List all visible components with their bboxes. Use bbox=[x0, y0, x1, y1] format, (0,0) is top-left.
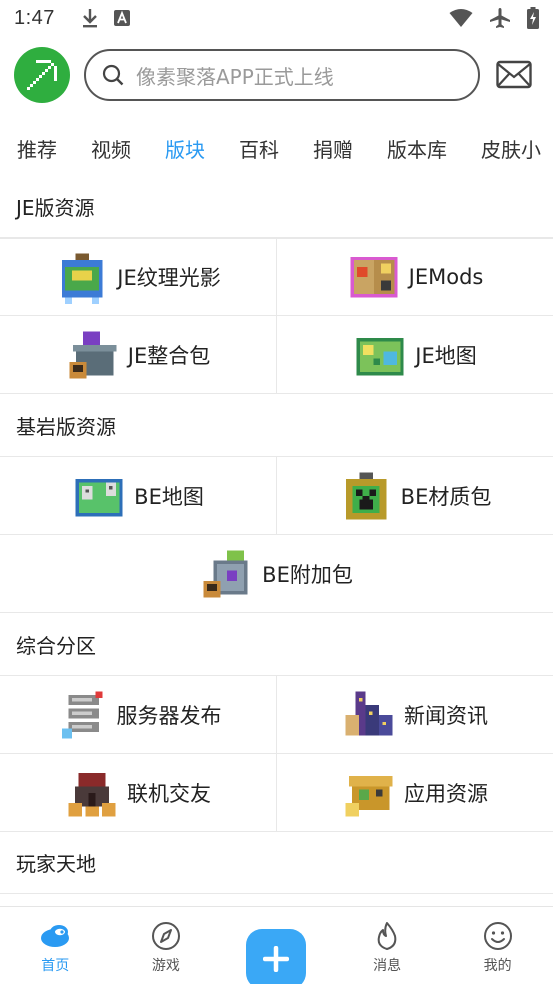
board-label: BE材质包 bbox=[400, 484, 492, 509]
bottom-navigation: 首页 游戏 消息 我的 bbox=[0, 906, 553, 984]
nav-games[interactable]: 游戏 bbox=[111, 907, 222, 975]
board-je-mods[interactable]: JEMods bbox=[276, 239, 553, 315]
category-tabs: 推荐 视频 版块 百科 捐赠 版本库 皮肤小 bbox=[0, 126, 553, 170]
addon-package-icon bbox=[203, 549, 248, 598]
modpack-box-icon bbox=[69, 330, 117, 379]
board-be-addons[interactable]: BE附加包 bbox=[0, 535, 553, 612]
font-app-icon bbox=[113, 10, 130, 26]
tab-video[interactable]: 视频 bbox=[91, 130, 131, 167]
mods-book-icon bbox=[350, 256, 398, 298]
header: 像素聚落APP正式上线 bbox=[0, 44, 553, 106]
tab-donate[interactable]: 捐赠 bbox=[313, 130, 353, 167]
board-be-maps[interactable]: BE地图 bbox=[0, 457, 276, 534]
board-row: 服务器发布 新闻资讯 bbox=[0, 676, 553, 754]
download-icon bbox=[82, 9, 97, 28]
board-multiplayer-friends[interactable]: 联机交友 bbox=[0, 754, 276, 831]
search-placeholder: 像素聚落APP正式上线 bbox=[136, 64, 334, 89]
battery-charging-icon bbox=[527, 7, 539, 29]
nav-mine-label: 我的 bbox=[483, 958, 512, 974]
create-post-button[interactable] bbox=[246, 929, 307, 984]
board-label: JE整合包 bbox=[127, 343, 211, 368]
app-crate-icon bbox=[345, 775, 393, 817]
board-label: 服务器发布 bbox=[116, 703, 222, 728]
board-news[interactable]: 新闻资讯 bbox=[276, 676, 553, 753]
section-title-players: 玩家天地 bbox=[0, 832, 553, 894]
status-bar: 1:47 bbox=[0, 0, 553, 36]
board-je-textures[interactable]: JE纹理光影 bbox=[0, 239, 276, 315]
tab-recommend[interactable]: 推荐 bbox=[17, 130, 57, 167]
board-be-resource-packs[interactable]: BE材质包 bbox=[276, 457, 553, 534]
board-row: JE纹理光影 JEMods bbox=[0, 238, 553, 316]
tab-wiki[interactable]: 百科 bbox=[239, 130, 279, 167]
compass-icon bbox=[151, 922, 180, 950]
search-icon bbox=[102, 64, 124, 86]
smiley-icon bbox=[483, 922, 512, 950]
nav-create[interactable] bbox=[221, 907, 332, 984]
board-label: JE纹理光影 bbox=[117, 266, 221, 290]
nav-messages[interactable]: 消息 bbox=[332, 907, 443, 975]
board-label: JE地图 bbox=[415, 343, 477, 368]
city-news-icon bbox=[345, 690, 393, 735]
nav-games-label: 游戏 bbox=[151, 958, 180, 974]
nav-messages-label: 消息 bbox=[373, 958, 402, 974]
plus-icon bbox=[263, 946, 290, 972]
app-logo[interactable] bbox=[14, 47, 70, 103]
section-title-be: 基岩版资源 bbox=[0, 395, 553, 457]
tab-version-library[interactable]: 版本库 bbox=[387, 130, 447, 167]
tab-boards[interactable]: 版块 bbox=[165, 130, 205, 167]
section-title-je: JE版资源 bbox=[0, 176, 553, 238]
house-friends-icon bbox=[68, 772, 116, 817]
board-label: 新闻资讯 bbox=[404, 703, 488, 728]
board-app-resources[interactable]: 应用资源 bbox=[276, 754, 553, 831]
board-row: 联机交友 应用资源 bbox=[0, 754, 553, 832]
server-icon bbox=[61, 690, 102, 739]
board-label: JEMods bbox=[408, 265, 484, 289]
board-server-publish[interactable]: 服务器发布 bbox=[0, 676, 276, 753]
board-row: JE整合包 JE地图 bbox=[0, 316, 553, 394]
board-label: BE地图 bbox=[134, 484, 204, 509]
texture-pack-icon bbox=[62, 253, 103, 304]
flame-icon bbox=[377, 922, 397, 950]
board-je-modpacks[interactable]: JE整合包 bbox=[0, 316, 276, 393]
board-label: 应用资源 bbox=[404, 781, 488, 806]
board-je-maps[interactable]: JE地图 bbox=[276, 316, 553, 393]
tab-skins[interactable]: 皮肤小 bbox=[481, 130, 541, 167]
section-title-general: 综合分区 bbox=[0, 614, 553, 676]
creeper-pack-icon bbox=[345, 471, 386, 520]
wifi-icon bbox=[449, 9, 473, 27]
map-pins-icon bbox=[75, 478, 123, 516]
board-label: BE附加包 bbox=[262, 562, 353, 587]
nav-home-label: 首页 bbox=[41, 958, 70, 974]
nav-mine[interactable]: 我的 bbox=[442, 907, 553, 975]
board-label: 联机交友 bbox=[127, 781, 211, 806]
airplane-mode-icon bbox=[490, 8, 510, 28]
nav-home[interactable]: 首页 bbox=[0, 907, 111, 975]
board-row: BE地图 BE材质包 bbox=[0, 457, 553, 535]
home-mascot-icon bbox=[41, 925, 70, 947]
status-time: 1:47 bbox=[14, 6, 55, 29]
mail-icon[interactable] bbox=[496, 60, 532, 90]
map-icon bbox=[356, 337, 404, 375]
pickaxe-logo-icon bbox=[27, 60, 57, 90]
search-bar[interactable]: 像素聚落APP正式上线 bbox=[84, 49, 480, 101]
board-row: BE附加包 bbox=[0, 535, 553, 613]
